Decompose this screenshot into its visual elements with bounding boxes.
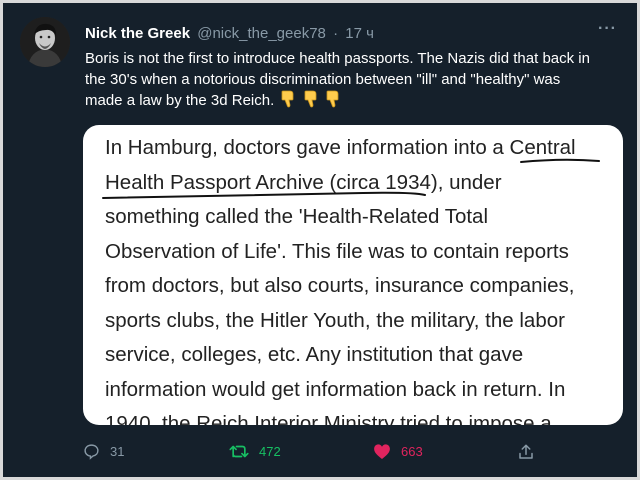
author-name[interactable]: Nick the Greek xyxy=(85,25,190,42)
tweet-text-line: the 30's when a notorious discrimination… xyxy=(85,71,561,88)
reply-icon xyxy=(84,444,99,460)
retweet-button[interactable]: 472 xyxy=(229,443,281,460)
tweet-time[interactable]: 17 ч xyxy=(345,25,374,42)
attached-image[interactable]: In Hamburg, doctors gave information int… xyxy=(83,125,623,425)
tweet-actions: 31 472 663 xyxy=(83,443,633,467)
heart-icon xyxy=(374,444,390,459)
reply-count: 31 xyxy=(110,444,125,459)
avatar[interactable] xyxy=(20,17,70,67)
thumbs-down-emoji xyxy=(303,90,319,111)
share-button[interactable] xyxy=(517,443,535,461)
thumbs-down-emoji xyxy=(280,90,296,111)
retweet-count: 472 xyxy=(259,444,281,459)
like-button[interactable]: 663 xyxy=(373,443,423,460)
like-count: 663 xyxy=(401,444,423,459)
hand-drawn-underline xyxy=(102,158,600,199)
thumbs-down-emoji xyxy=(325,90,341,111)
reply-button[interactable]: 31 xyxy=(83,443,124,460)
separator-dot: · xyxy=(333,25,339,42)
share-icon xyxy=(519,444,533,459)
tweet-header: Nick the Greek @nick_the_geek78 · 17 ч xyxy=(85,25,374,42)
tweet-text-line: made a law by the 3d Reich. xyxy=(85,90,625,111)
tweet-text-line: Boris is not the first to introduce heal… xyxy=(85,50,590,67)
tweet-text-segment: made a law by the 3d Reich. xyxy=(85,92,275,109)
tweet-text: Boris is not the first to introduce heal… xyxy=(85,48,625,111)
tweet: Nick the Greek @nick_the_geek78 · 17 ч ·… xyxy=(3,3,637,477)
retweet-icon xyxy=(229,445,249,458)
author-handle[interactable]: @nick_the_geek78 xyxy=(197,25,326,42)
more-options-icon[interactable]: ··· xyxy=(598,20,617,38)
